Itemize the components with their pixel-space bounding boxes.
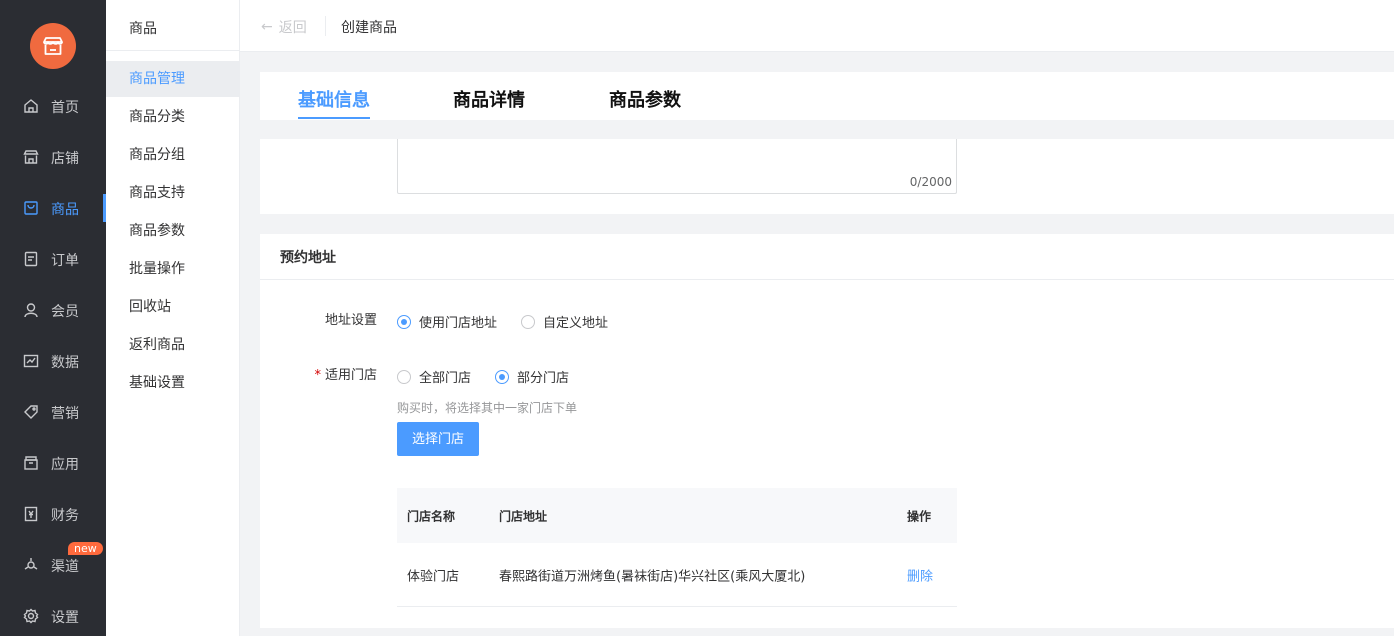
nav-item-channel[interactable]: 渠道 new (0, 542, 106, 585)
description-textarea[interactable]: 0/2000 (397, 139, 957, 194)
nav-item-label: 订单 (51, 253, 79, 269)
nav-item-label: 会员 (51, 304, 79, 320)
radio-label: 自定义地址 (543, 316, 609, 331)
submenu-item-rebate[interactable]: 返利商品 (106, 327, 239, 363)
label-text: 适用门店 (324, 368, 377, 383)
gear-icon (23, 608, 39, 624)
divider (260, 279, 1394, 280)
home-icon (24, 99, 38, 113)
breadcrumb: 创建商品 (341, 20, 397, 36)
divider (106, 50, 240, 51)
nav-item-member[interactable]: 会员 (0, 290, 106, 330)
address-setting-radio-group: 使用门店地址 自定义地址 (397, 312, 632, 331)
table-row: 体验门店 春熙路街道万洲烤鱼(暑袜街店)华兴社区(乘风大厦北) 删除 (397, 543, 957, 607)
address-card: 预约地址 地址设置 使用门店地址 自定义地址 *适用门店 全部门店 部分门店 (260, 234, 1394, 628)
order-icon (24, 251, 38, 267)
radio-label: 使用门店地址 (419, 316, 498, 331)
channel-icon (24, 558, 38, 570)
tab-basic-info[interactable]: 基础信息 (298, 86, 370, 112)
radio-label: 部分门店 (517, 371, 570, 386)
address-setting-label: 地址设置 (324, 313, 377, 328)
nav-item-label: 营销 (51, 406, 79, 422)
nav-item-settings[interactable]: 设置 (0, 596, 106, 636)
nav-item-home[interactable]: 首页 (0, 86, 106, 126)
store-name: 体验门店 (407, 569, 460, 584)
store-address: 春熙路街道万洲烤鱼(暑袜街店)华兴社区(乘风大厦北) (499, 569, 806, 584)
radio-store-address[interactable]: 使用门店地址 (397, 312, 497, 331)
submenu-item-recycle[interactable]: 回收站 (106, 289, 239, 325)
member-icon (24, 303, 38, 318)
store-table: 门店名称 门店地址 操作 体验门店 春熙路街道万洲烤鱼(暑袜街店)华兴社区(乘风… (397, 488, 957, 607)
new-badge: new (68, 542, 103, 555)
tag-icon (24, 405, 38, 419)
char-counter: 0/2000 (909, 175, 952, 189)
app-icon (24, 456, 38, 470)
tab-bar: 基础信息 商品详情 商品参数 (260, 72, 1394, 120)
primary-nav: 首页 店铺 商品 订单 会员 数据 营销 应用 财务 渠道 new 设置 (0, 0, 106, 636)
column-header-name: 门店名称 (407, 509, 456, 523)
radio-circle (521, 314, 536, 329)
back-button[interactable]: ← 返回 (261, 17, 307, 37)
delete-link[interactable]: 删除 (907, 565, 933, 584)
nav-item-label: 渠道 (51, 559, 79, 575)
nav-item-goods[interactable]: 商品 (0, 188, 106, 228)
active-tab-indicator (298, 117, 370, 119)
nav-item-finance[interactable]: 财务 (0, 494, 106, 534)
store-hint: 购买时，将选择其中一家门店下单 (397, 401, 578, 415)
select-store-button[interactable]: 选择门店 (397, 422, 479, 456)
table-header: 门店名称 门店地址 操作 (397, 488, 957, 543)
store-icon (23, 150, 39, 164)
divider (325, 16, 326, 36)
submenu-title: 商品 (129, 21, 157, 37)
section-title: 预约地址 (280, 250, 336, 266)
nav-item-marketing[interactable]: 营销 (0, 392, 106, 432)
column-header-action: 操作 (907, 509, 932, 523)
back-label: 返回 (278, 20, 307, 36)
nav-item-label: 财务 (51, 508, 79, 524)
nav-item-label: 店铺 (51, 151, 79, 167)
store-logo-icon[interactable] (30, 23, 76, 69)
column-header-address: 门店地址 (499, 509, 548, 523)
secondary-menu: 商品 商品管理 商品分类 商品分组 商品支持 商品参数 批量操作 回收站 返利商… (106, 0, 240, 636)
radio-circle (495, 369, 510, 384)
radio-all-stores[interactable]: 全部门店 (397, 367, 471, 386)
submenu-item-goods-management[interactable]: 商品管理 (106, 61, 239, 97)
app-root: 首页 店铺 商品 订单 会员 数据 营销 应用 财务 渠道 new 设置 商品 … (0, 0, 1394, 636)
nav-item-label: 商品 (51, 202, 79, 218)
nav-item-label: 设置 (51, 610, 79, 626)
chart-icon (23, 354, 39, 368)
radio-circle (397, 369, 411, 384)
nav-item-store[interactable]: 店铺 (0, 137, 106, 177)
submenu-item-params[interactable]: 商品参数 (106, 213, 239, 249)
top-bar: ← 返回 创建商品 (240, 0, 1394, 52)
description-card: 0/2000 (260, 139, 1394, 214)
submenu-item-basic-settings[interactable]: 基础设置 (106, 365, 239, 401)
nav-item-label: 首页 (51, 100, 79, 116)
nav-item-label: 应用 (51, 457, 79, 473)
nav-item-label: 数据 (51, 355, 79, 371)
radio-partial-stores[interactable]: 部分门店 (495, 367, 569, 386)
nav-item-apps[interactable]: 应用 (0, 443, 106, 483)
radio-label: 全部门店 (419, 371, 472, 386)
nav-item-data[interactable]: 数据 (0, 341, 106, 381)
arrow-left-icon: ← (261, 19, 273, 35)
goods-icon (24, 201, 38, 215)
submenu-item-batch[interactable]: 批量操作 (106, 251, 239, 287)
tab-params[interactable]: 商品参数 (609, 86, 681, 112)
tab-details[interactable]: 商品详情 (453, 86, 525, 112)
submenu-item-categories[interactable]: 商品分类 (106, 99, 239, 135)
finance-icon (24, 506, 38, 522)
radio-circle (397, 314, 411, 329)
submenu-item-groups[interactable]: 商品分组 (106, 137, 239, 173)
submenu-item-support[interactable]: 商品支持 (106, 175, 239, 211)
required-mark: * (314, 368, 321, 383)
nav-item-order[interactable]: 订单 (0, 239, 106, 279)
radio-custom-address[interactable]: 自定义地址 (521, 312, 608, 331)
applicable-store-label: * 适用门店 (260, 364, 377, 383)
store-radio-group: 全部门店 部分门店 (397, 367, 593, 386)
